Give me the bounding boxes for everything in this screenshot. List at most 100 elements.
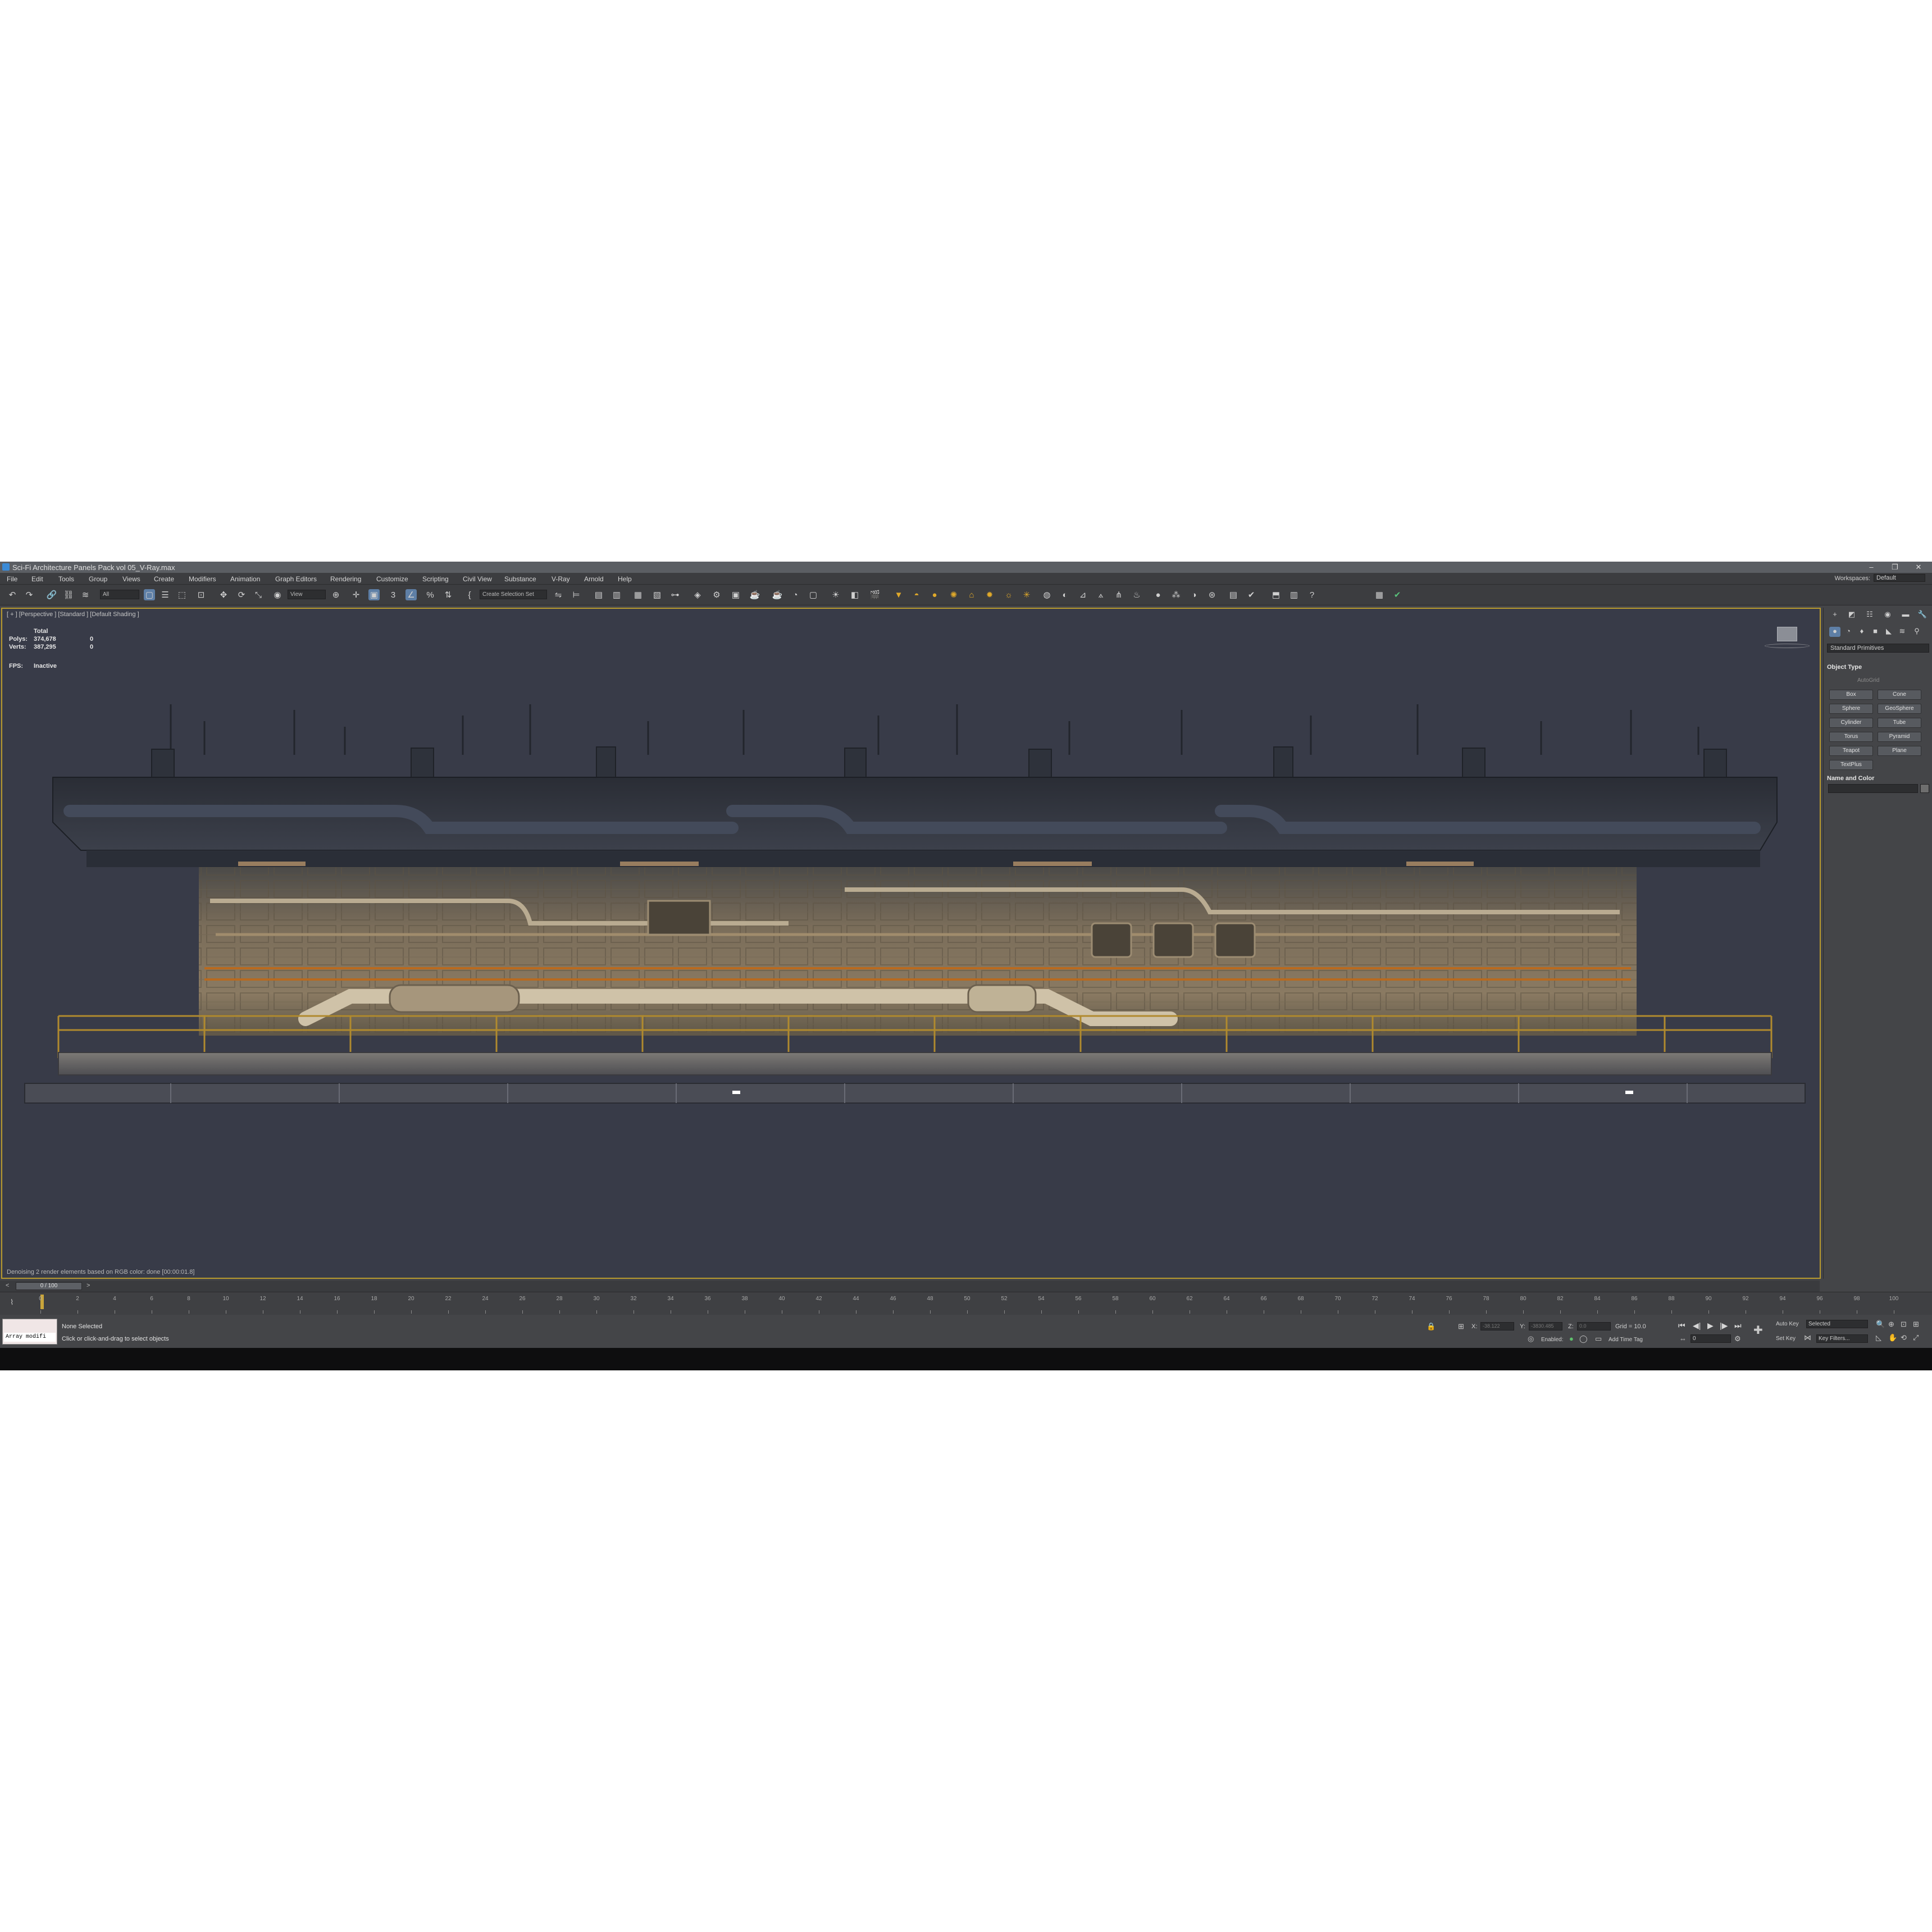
- window-crossing-icon[interactable]: ⊡: [195, 589, 207, 600]
- sphere-button[interactable]: Sphere: [1829, 704, 1873, 714]
- display-tab-icon[interactable]: ▬: [1900, 610, 1911, 620]
- vray-enmesh-icon[interactable]: ♨: [1131, 589, 1142, 600]
- percent-snap-icon[interactable]: %: [425, 589, 436, 600]
- object-color-swatch[interactable]: [1920, 784, 1929, 793]
- add-time-tag-label[interactable]: Add Time Tag: [1609, 1337, 1643, 1343]
- menu-substance[interactable]: Substance: [504, 575, 536, 583]
- pyramid-button[interactable]: Pyramid: [1878, 732, 1921, 742]
- menu-help[interactable]: Help: [618, 575, 632, 583]
- restore-button[interactable]: ❐: [1884, 563, 1906, 572]
- menu-graph-editors[interactable]: Graph Editors: [275, 575, 317, 583]
- menu-civil-view[interactable]: Civil View: [463, 575, 492, 583]
- layer-explorer-icon[interactable]: ▥: [611, 589, 622, 600]
- select-object-icon[interactable]: ▢: [144, 589, 155, 600]
- name-and-color-rollout[interactable]: Name and Color: [1827, 775, 1929, 782]
- play-icon[interactable]: ▶: [1707, 1321, 1714, 1330]
- mirror-icon[interactable]: ⇋: [553, 589, 564, 600]
- menu-views[interactable]: Views: [122, 575, 140, 583]
- maxscript-listener[interactable]: Array modifi: [2, 1319, 57, 1345]
- place-icon[interactable]: ◉: [272, 589, 283, 600]
- vray-mesh-light-icon[interactable]: ⌂: [966, 589, 977, 600]
- vray-lightmix-icon[interactable]: ▤: [1228, 589, 1239, 600]
- help-icon[interactable]: ?: [1306, 589, 1318, 600]
- curve-editor-icon[interactable]: ▧: [651, 589, 663, 600]
- set-key-big-icon[interactable]: ✚: [1753, 1323, 1763, 1337]
- vray-interactive-icon[interactable]: ◔: [790, 589, 801, 600]
- rendered-frame-window-icon[interactable]: ▣: [730, 589, 741, 600]
- viewport-layout-icon[interactable]: ▦: [1374, 589, 1385, 600]
- current-frame-field[interactable]: 0: [1690, 1334, 1731, 1343]
- menu-modifiers[interactable]: Modifiers: [189, 575, 216, 583]
- space-warps-icon[interactable]: ≋: [1897, 627, 1908, 637]
- mini-curve-editor-icon[interactable]: ⌇: [10, 1298, 13, 1307]
- utilities-tab-icon[interactable]: 🔧: [1917, 610, 1928, 620]
- modify-tab-icon[interactable]: ◩: [1846, 610, 1857, 620]
- sync-check-icon[interactable]: ✔: [1392, 589, 1403, 600]
- vray-proxy-icon[interactable]: ◍: [1041, 589, 1052, 600]
- go-to-start-icon[interactable]: ⏮: [1678, 1321, 1685, 1330]
- isolate-toggle-icon[interactable]: ◯: [1579, 1334, 1588, 1343]
- pivot-center-icon[interactable]: ⊕: [330, 589, 341, 600]
- key-mode-toggle-icon[interactable]: ⇔: [1679, 1334, 1687, 1343]
- shapes-icon[interactable]: ◔: [1843, 627, 1854, 637]
- previous-frame-icon[interactable]: ◀|: [1693, 1321, 1701, 1330]
- hierarchy-tab-icon[interactable]: ☷: [1864, 610, 1875, 620]
- redo-icon[interactable]: ↷: [24, 589, 35, 600]
- arnold-render-view-icon[interactable]: ▥: [1288, 589, 1300, 600]
- pan-view-icon[interactable]: ✋: [1888, 1333, 1897, 1342]
- object-name-field[interactable]: [1828, 784, 1918, 793]
- menu-arnold[interactable]: Arnold: [584, 575, 604, 583]
- field-of-view-icon[interactable]: ◺: [1876, 1333, 1881, 1342]
- render-production-icon[interactable]: ☕: [749, 589, 760, 600]
- menu-file[interactable]: File: [7, 575, 17, 583]
- plane-button[interactable]: Plane: [1878, 746, 1921, 756]
- vray-cosmos-icon[interactable]: ⊛: [1206, 589, 1218, 600]
- vray-ies-light-icon[interactable]: ✺: [948, 589, 959, 600]
- systems-icon[interactable]: ⚲: [1911, 627, 1922, 637]
- maxscript-input[interactable]: Array modifi: [4, 1333, 56, 1342]
- menu-vray[interactable]: V-Ray: [552, 575, 570, 583]
- link-icon[interactable]: 🔗: [46, 589, 57, 600]
- geosphere-button[interactable]: GeoSphere: [1878, 704, 1921, 714]
- menu-group[interactable]: Group: [89, 575, 107, 583]
- prev-frame-arrow-icon[interactable]: <: [6, 1282, 9, 1289]
- lights-icon[interactable]: ♦: [1856, 627, 1867, 637]
- go-to-end-icon[interactable]: ⏭: [1734, 1321, 1742, 1330]
- toggle-ribbon-icon[interactable]: ▦: [632, 589, 644, 600]
- orbit-icon[interactable]: ⟲: [1901, 1333, 1907, 1342]
- vray-multi-material-icon[interactable]: ⁂: [1170, 589, 1182, 600]
- menu-customize[interactable]: Customize: [376, 575, 408, 583]
- schematic-view-icon[interactable]: ⊶: [669, 589, 681, 600]
- render-setup-icon[interactable]: ⚙: [711, 589, 722, 600]
- vray-logo-icon[interactable]: ✔: [1246, 589, 1257, 600]
- vray-frame-buffer-icon[interactable]: ▢: [808, 589, 819, 600]
- zoom-extents-all-icon[interactable]: ⊞: [1913, 1320, 1919, 1329]
- select-manipulate-icon[interactable]: ✛: [350, 589, 362, 600]
- auto-key-button[interactable]: Auto Key: [1776, 1321, 1799, 1327]
- vray-clapper-icon[interactable]: 🎬: [869, 589, 881, 600]
- absolute-mode-icon[interactable]: ⊞: [1458, 1322, 1464, 1331]
- time-slider[interactable]: < 0 / 100 >: [0, 1281, 1820, 1292]
- next-frame-icon[interactable]: |▶: [1720, 1321, 1728, 1330]
- x-coordinate-field[interactable]: -38.122: [1480, 1322, 1514, 1330]
- vray-ambient-light-icon[interactable]: ☼: [1003, 589, 1014, 600]
- geometry-icon[interactable]: ●: [1829, 627, 1840, 637]
- vray-physical-camera-icon[interactable]: ⊿: [1077, 589, 1088, 600]
- vray-decal-icon[interactable]: ⟑: [1095, 589, 1106, 600]
- vray-material-icon[interactable]: ●: [1152, 589, 1164, 600]
- menu-scripting[interactable]: Scripting: [422, 575, 449, 583]
- helpers-icon[interactable]: ◣: [1883, 627, 1894, 637]
- substance-icon[interactable]: ⬒: [1270, 589, 1282, 600]
- move-icon[interactable]: ✥: [218, 589, 229, 600]
- box-button[interactable]: Box: [1829, 690, 1873, 700]
- scene-explorer-icon[interactable]: ▤: [593, 589, 604, 600]
- time-tag-icon[interactable]: ▭: [1595, 1334, 1602, 1343]
- textplus-button[interactable]: TextPlus: [1829, 760, 1873, 770]
- named-selection-dropdown[interactable]: Create Selection Set: [480, 590, 547, 599]
- vray-plane-light-icon[interactable]: ▼: [893, 589, 904, 600]
- lock-selection-icon[interactable]: 🔒: [1427, 1322, 1436, 1331]
- scale-icon[interactable]: ⤡: [253, 589, 264, 600]
- track-bar[interactable]: ⌇ 0 2 4 6 8 10 12 14 16 18 20 22 24 26 28 30 32 34 36 38 40 4…: [0, 1292, 1932, 1315]
- selection-filter-dropdown[interactable]: All: [100, 590, 139, 599]
- menu-rendering[interactable]: Rendering: [330, 575, 361, 583]
